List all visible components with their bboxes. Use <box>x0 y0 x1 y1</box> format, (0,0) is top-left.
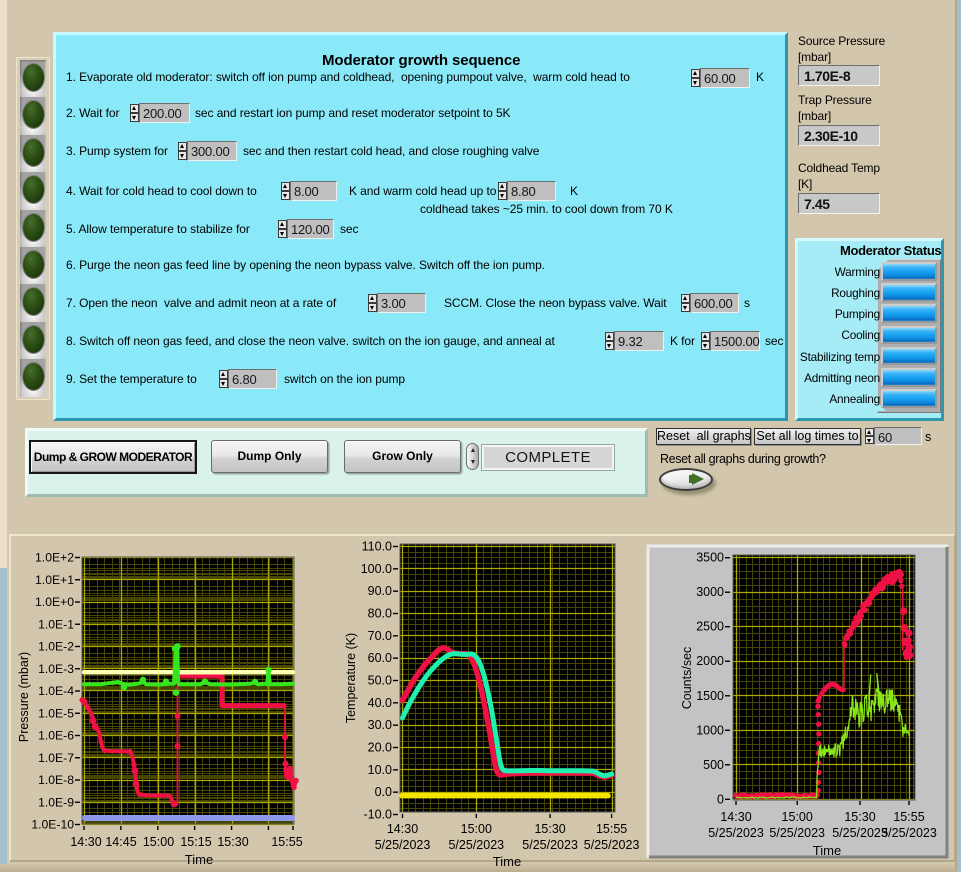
svg-text:20.0: 20.0 <box>368 741 392 755</box>
svg-text:14:30: 14:30 <box>70 835 101 849</box>
svg-text:Temperature (K): Temperature (K) <box>344 633 358 723</box>
svg-text:100.0: 100.0 <box>361 562 392 576</box>
svg-text:Pressure (mbar): Pressure (mbar) <box>17 652 31 742</box>
svg-text:15:30: 15:30 <box>844 810 875 824</box>
svg-text:5/25/2023: 5/25/2023 <box>832 826 888 840</box>
svg-text:-10.0: -10.0 <box>364 808 393 822</box>
svg-text:40.0: 40.0 <box>368 696 392 710</box>
svg-text:1500: 1500 <box>696 689 724 703</box>
svg-text:90.0: 90.0 <box>368 584 392 598</box>
svg-text:15:15: 15:15 <box>180 835 211 849</box>
svg-text:14:30: 14:30 <box>720 810 751 824</box>
svg-text:1.0E-6: 1.0E-6 <box>38 729 74 743</box>
svg-text:1.0E-5: 1.0E-5 <box>38 706 74 720</box>
svg-text:5/25/2023: 5/25/2023 <box>881 826 937 840</box>
svg-text:1000: 1000 <box>696 723 724 737</box>
svg-text:Time: Time <box>813 843 841 858</box>
svg-text:1.0E-3: 1.0E-3 <box>38 662 74 676</box>
svg-text:1.0E-4: 1.0E-4 <box>38 684 74 698</box>
svg-text:Time: Time <box>185 852 213 867</box>
svg-text:0: 0 <box>717 792 724 806</box>
svg-text:5/25/2023: 5/25/2023 <box>375 838 431 852</box>
svg-text:15:55: 15:55 <box>596 822 627 836</box>
svg-text:Time: Time <box>493 854 521 869</box>
svg-text:5/25/2023: 5/25/2023 <box>584 838 640 852</box>
svg-text:1.0E+2: 1.0E+2 <box>35 551 74 565</box>
svg-text:3500: 3500 <box>696 551 724 565</box>
svg-text:30.0: 30.0 <box>368 718 392 732</box>
svg-text:15:30: 15:30 <box>534 822 565 836</box>
svg-text:1.0E+1: 1.0E+1 <box>35 573 74 587</box>
svg-text:15:00: 15:00 <box>143 835 174 849</box>
svg-text:70.0: 70.0 <box>368 629 392 643</box>
svg-text:1.0E-8: 1.0E-8 <box>38 773 74 787</box>
svg-text:2500: 2500 <box>696 620 724 634</box>
svg-text:1.0E-9: 1.0E-9 <box>38 795 74 809</box>
svg-text:1.0E-1: 1.0E-1 <box>38 617 74 631</box>
svg-text:10.0: 10.0 <box>368 763 392 777</box>
svg-text:15:00: 15:00 <box>461 822 492 836</box>
svg-text:15:00: 15:00 <box>782 810 813 824</box>
svg-text:2000: 2000 <box>696 654 724 668</box>
svg-text:1.0E-7: 1.0E-7 <box>38 751 74 765</box>
svg-text:14:30: 14:30 <box>387 822 418 836</box>
svg-text:1.0E+0: 1.0E+0 <box>35 595 74 609</box>
svg-text:5/25/2023: 5/25/2023 <box>522 838 578 852</box>
svg-text:500: 500 <box>703 758 724 772</box>
svg-text:5/25/2023: 5/25/2023 <box>448 838 504 852</box>
svg-text:0.0: 0.0 <box>375 785 392 799</box>
svg-text:110.0: 110.0 <box>362 540 392 554</box>
svg-text:5/25/2023: 5/25/2023 <box>769 826 825 840</box>
svg-text:1.0E-10: 1.0E-10 <box>31 818 74 832</box>
svg-text:1.0E-2: 1.0E-2 <box>38 640 74 654</box>
svg-text:Counts/sec: Counts/sec <box>680 647 694 710</box>
svg-text:50.0: 50.0 <box>368 674 392 688</box>
svg-text:3000: 3000 <box>696 585 724 599</box>
svg-text:80.0: 80.0 <box>368 607 392 621</box>
svg-text:15:55: 15:55 <box>893 810 924 824</box>
svg-text:5/25/2023: 5/25/2023 <box>708 826 764 840</box>
svg-text:15:30: 15:30 <box>217 835 248 849</box>
svg-text:14:45: 14:45 <box>105 835 136 849</box>
svg-text:15:55: 15:55 <box>271 835 302 849</box>
svg-text:60.0: 60.0 <box>368 651 392 665</box>
